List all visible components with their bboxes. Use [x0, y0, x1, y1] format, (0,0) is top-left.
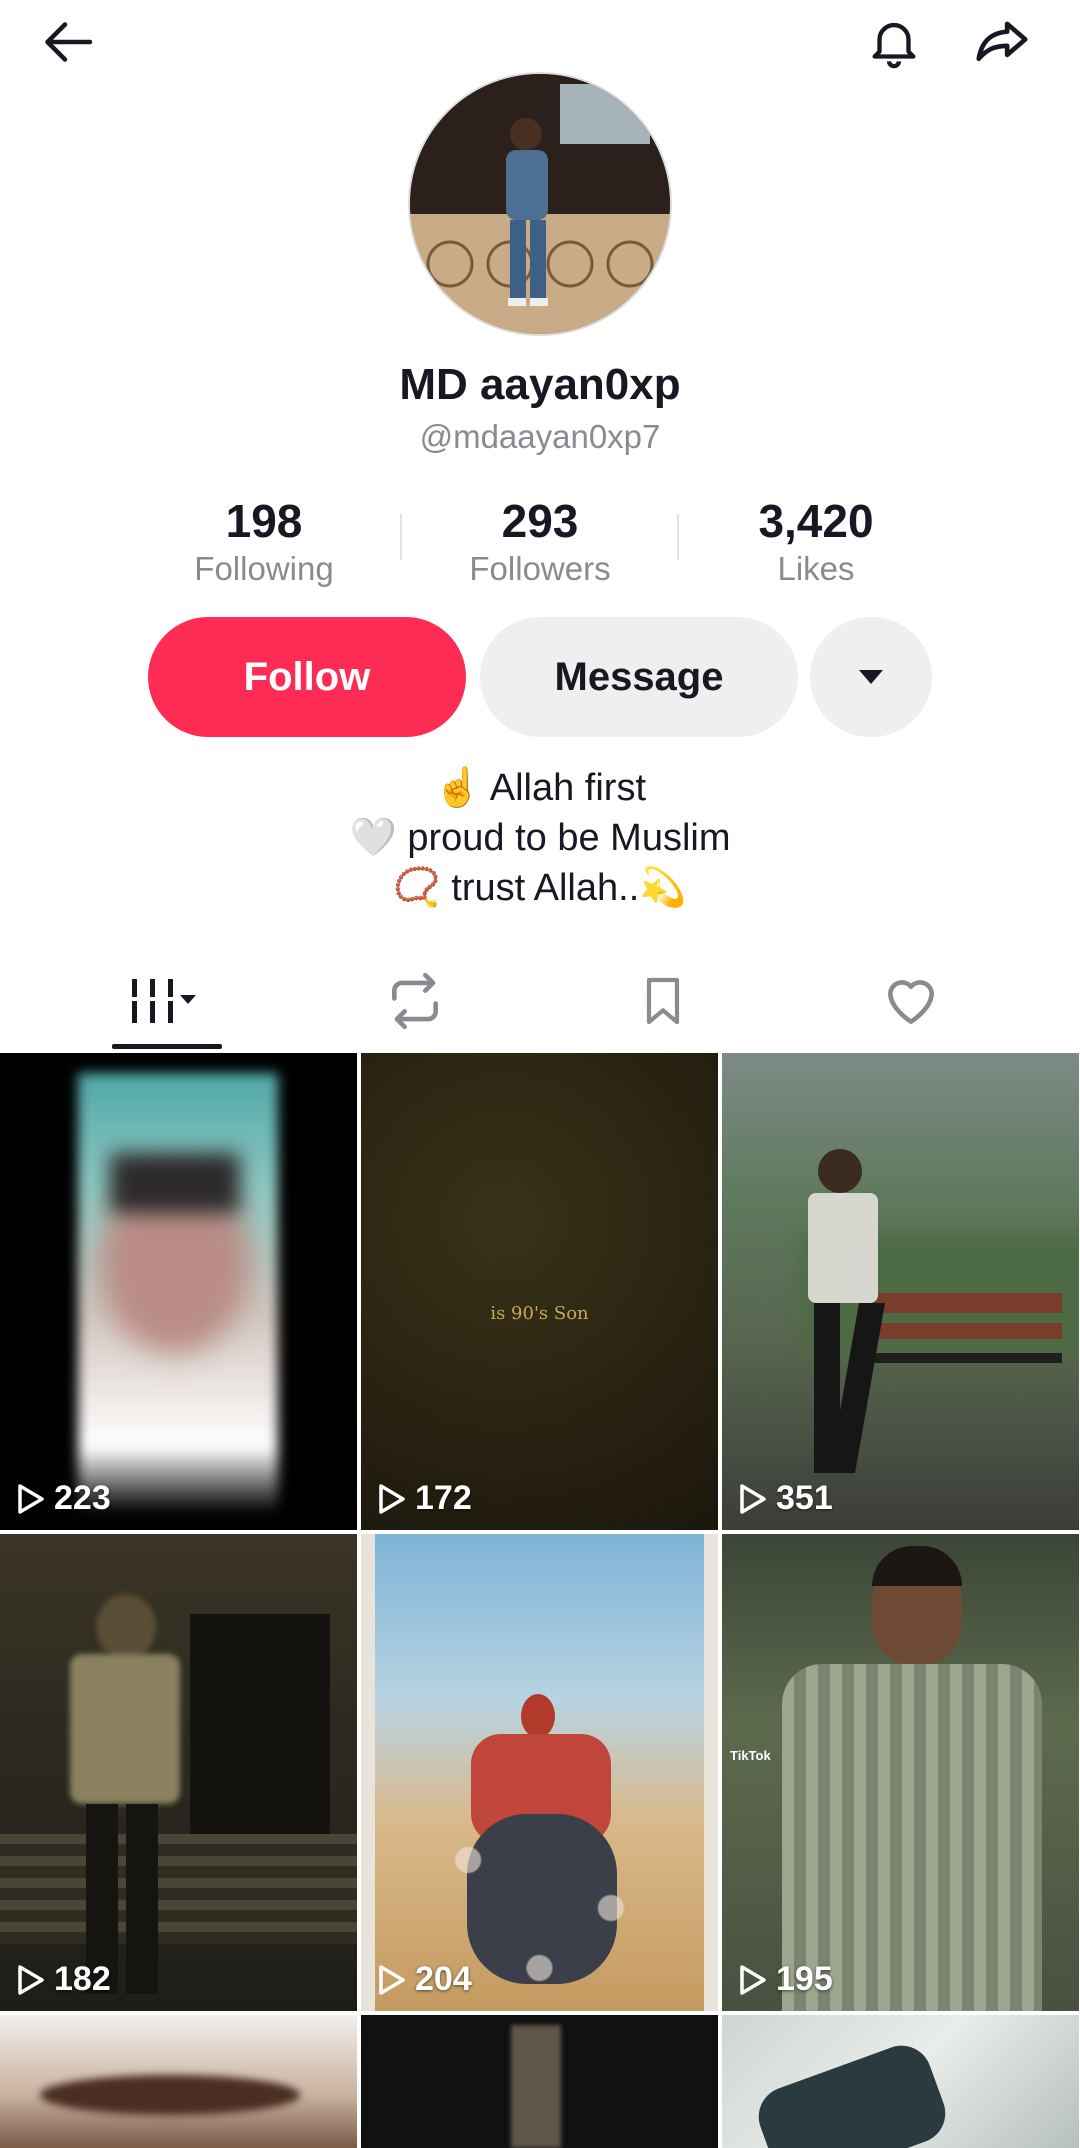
share-icon[interactable] [966, 6, 1038, 78]
bio-line: 📿 trust Allah..💫 [393, 867, 687, 909]
bookmark-icon [646, 977, 680, 1025]
view-count: 172 [377, 1479, 472, 1518]
bio-line: ☝️ Allah first [433, 767, 647, 809]
stat-followers[interactable]: 293 Followers [402, 494, 678, 588]
video-tile[interactable]: TikTok 195 [722, 1534, 1079, 2011]
username: @mdaayan0xp7 [419, 418, 661, 455]
videos-grid-icon [132, 979, 196, 1023]
tiktok-watermark: TikTok [730, 1748, 771, 1763]
likes-label: Likes [777, 550, 855, 587]
video-tile[interactable]: 204 [361, 1534, 718, 2011]
stat-likes[interactable]: 3,420 Likes [678, 494, 954, 588]
video-tile[interactable]: 223 [0, 1053, 357, 1530]
view-count: 195 [738, 1960, 833, 1999]
video-caption: is 90's Son [490, 1303, 589, 1324]
heart-icon [888, 980, 934, 1024]
view-count: 223 [16, 1479, 111, 1518]
video-tile[interactable]: 351 [722, 1053, 1079, 1530]
caret-down-icon [859, 670, 883, 684]
display-name: MD aayan0xp [399, 360, 681, 409]
tab-videos[interactable] [32, 956, 302, 1046]
video-tile[interactable] [361, 2015, 718, 2148]
view-count: 204 [377, 1960, 472, 1999]
play-icon [379, 1483, 405, 1514]
tab-liked[interactable] [776, 956, 1046, 1046]
suggested-accounts-button[interactable] [810, 617, 932, 737]
play-icon [740, 1483, 766, 1514]
video-tile[interactable]: is 90's Son 172 [361, 1053, 718, 1530]
bio-line: 🤍 proud to be Muslim [349, 817, 731, 859]
view-count: 351 [738, 1479, 833, 1518]
followers-label: Followers [469, 550, 611, 587]
followers-count: 293 [501, 495, 579, 547]
play-icon [18, 1483, 44, 1514]
likes-count: 3,420 [758, 495, 874, 547]
video-tile[interactable]: 182 [0, 1534, 357, 2011]
avatar[interactable] [408, 72, 672, 336]
stat-following[interactable]: 198 Following [126, 494, 402, 588]
play-icon [740, 1964, 766, 1995]
following-label: Following [194, 550, 334, 587]
play-icon [379, 1964, 405, 1995]
view-count: 182 [16, 1960, 111, 1999]
following-count: 198 [225, 495, 303, 547]
bell-icon[interactable] [858, 6, 930, 78]
tab-saved[interactable] [528, 956, 798, 1046]
video-tile[interactable] [722, 2015, 1079, 2148]
video-tile[interactable] [0, 2015, 357, 2148]
follow-button[interactable]: Follow [148, 617, 466, 737]
active-tab-indicator [112, 1044, 222, 1049]
back-arrow-icon[interactable] [34, 6, 106, 78]
message-button[interactable]: Message [480, 617, 798, 737]
repost-icon [392, 972, 438, 1030]
play-icon [18, 1964, 44, 1995]
tab-reposts[interactable] [280, 956, 550, 1046]
